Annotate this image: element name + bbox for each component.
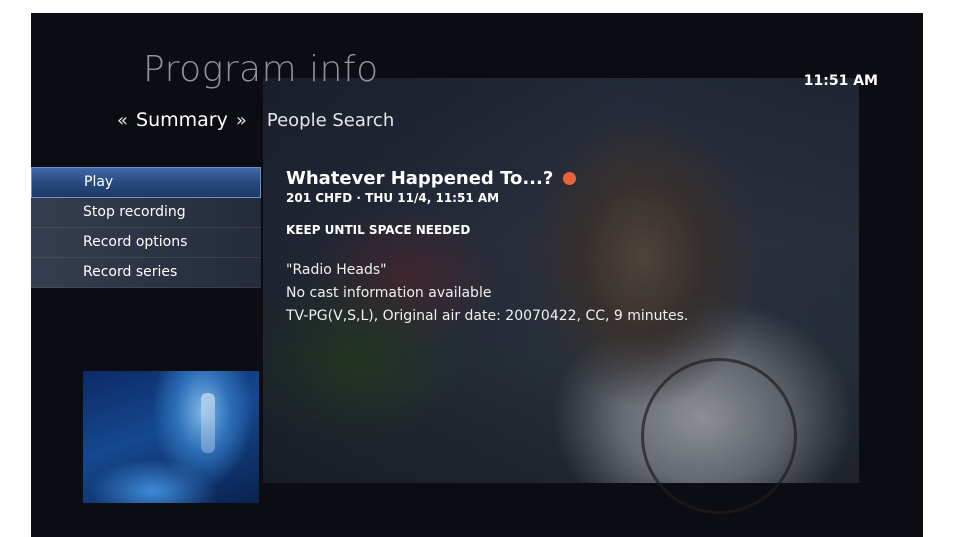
menu-item-play[interactable]: Play bbox=[31, 167, 261, 198]
program-thumbnail[interactable] bbox=[83, 371, 259, 503]
program-rating-details: TV-PG(V,S,L), Original air date: 2007042… bbox=[286, 308, 689, 324]
media-center-frame: Program info 11:51 AM « Summary » People… bbox=[31, 13, 923, 537]
tennis-racket-shape bbox=[641, 358, 797, 514]
page-title: Program info bbox=[143, 49, 379, 90]
episode-title: "Radio Heads" bbox=[286, 262, 387, 278]
clock: 11:51 AM bbox=[803, 73, 878, 89]
tab-summary[interactable]: Summary bbox=[136, 109, 228, 131]
program-details: Whatever Happened To...? 201 CHFD · THU … bbox=[286, 168, 688, 328]
cast-info: No cast information available bbox=[286, 285, 492, 301]
menu-item-record-series[interactable]: Record series bbox=[31, 258, 261, 288]
tab-people-search[interactable]: People Search bbox=[267, 110, 394, 131]
thumbnail-figure bbox=[201, 393, 215, 453]
menu-item-stop-recording[interactable]: Stop recording bbox=[31, 198, 261, 228]
tab-strip: « Summary » People Search bbox=[117, 109, 394, 131]
program-title-row: Whatever Happened To...? bbox=[286, 168, 688, 189]
action-menu: Play Stop recording Record options Recor… bbox=[31, 167, 261, 288]
record-dot-icon bbox=[563, 172, 577, 185]
menu-item-record-options[interactable]: Record options bbox=[31, 228, 261, 258]
keep-setting: KEEP UNTIL SPACE NEEDED bbox=[286, 223, 471, 237]
tab-prev-arrow[interactable]: « bbox=[117, 110, 128, 131]
channel-time: 201 CHFD · THU 11/4, 11:51 AM bbox=[286, 191, 500, 205]
program-description: "Radio Heads" No cast information availa… bbox=[286, 259, 688, 328]
tab-next-arrow[interactable]: » bbox=[236, 110, 247, 131]
program-title: Whatever Happened To...? bbox=[286, 168, 554, 189]
